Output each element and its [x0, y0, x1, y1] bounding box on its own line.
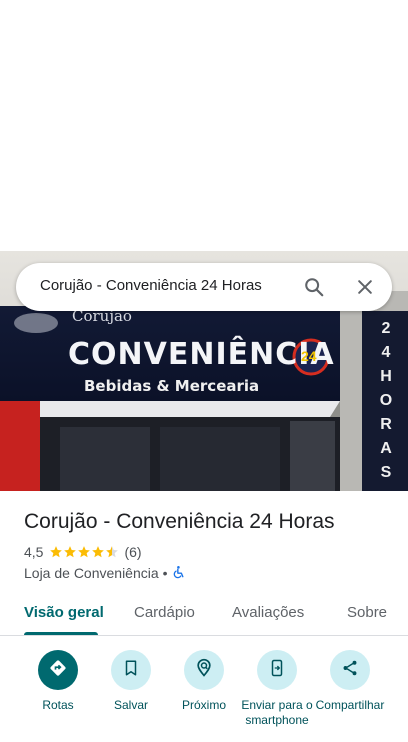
star-rating — [49, 545, 119, 559]
vertical-sign-letter: R — [380, 416, 392, 433]
active-tab-indicator — [24, 632, 98, 635]
vertical-sign-letter: A — [380, 440, 392, 457]
rating-value: 4,5 — [24, 544, 44, 560]
tab-bar: Visão geral Cardápio Avaliações Sobre — [0, 596, 408, 636]
review-count[interactable]: (6) — [124, 544, 141, 560]
nearby-label: Próximo — [181, 698, 226, 712]
tab-overview[interactable]: Visão geral — [24, 604, 104, 621]
directions-label: Rotas — [42, 698, 74, 712]
bookmark-icon — [122, 659, 140, 682]
star-icon — [106, 546, 119, 558]
tab-reviews[interactable]: Avaliações — [232, 604, 304, 621]
sign-badge-text: 24 — [301, 348, 317, 364]
search-input[interactable]: Corujão - Conveniência 24 Horas — [40, 277, 262, 294]
share-label: Compartilhar — [315, 698, 385, 712]
sign-main-text: CONVENIÊNCIA — [68, 337, 335, 372]
category-row: Loja de Conveniência • — [24, 564, 186, 582]
nearby-icon — [194, 658, 214, 683]
search-bar[interactable]: Corujão - Conveniência 24 Horas — [16, 263, 392, 311]
star-icon — [78, 546, 91, 558]
tab-about[interactable]: Sobre — [347, 604, 387, 621]
directions-button[interactable]: Rotas — [21, 650, 95, 713]
vertical-sign-letter: O — [379, 392, 393, 409]
sign-sub-text: Bebidas & Mercearia — [84, 377, 260, 395]
vertical-sign-letter: S — [380, 464, 392, 481]
place-details-page: Corujão CONVENIÊNCIA Bebidas & Mercearia… — [0, 0, 408, 742]
tab-menu[interactable]: Cardápio — [134, 604, 195, 621]
send-to-phone-label: Enviar para o smartphone — [241, 698, 313, 727]
place-title: Corujão - Conveniência 24 Horas — [24, 510, 335, 533]
save-button[interactable]: Salvar — [94, 650, 168, 713]
search-icon[interactable] — [302, 275, 326, 299]
star-icon — [64, 546, 77, 558]
share-icon — [341, 659, 359, 682]
close-icon[interactable] — [353, 275, 377, 299]
rating-row[interactable]: 4,5 (6) — [24, 543, 142, 561]
save-label: Salvar — [113, 698, 148, 712]
send-to-phone-button[interactable]: Enviar para o smartphone — [240, 650, 314, 728]
wheelchair-accessible-icon — [172, 565, 186, 582]
separator-dot: • — [162, 565, 168, 581]
star-icon — [50, 546, 63, 558]
vertical-sign: 2 4 HORAS — [372, 317, 400, 485]
star-icon — [92, 546, 105, 558]
send-to-phone-icon — [268, 659, 286, 682]
vertical-sign-letter: 2 — [381, 320, 391, 337]
nearby-button[interactable]: Próximo — [167, 650, 241, 713]
vertical-sign-letter: 4 — [381, 344, 391, 361]
vertical-sign-letter: H — [380, 368, 392, 385]
share-button[interactable]: Compartilhar — [313, 650, 387, 713]
place-category[interactable]: Loja de Conveniência — [24, 565, 159, 581]
directions-icon — [48, 658, 68, 683]
